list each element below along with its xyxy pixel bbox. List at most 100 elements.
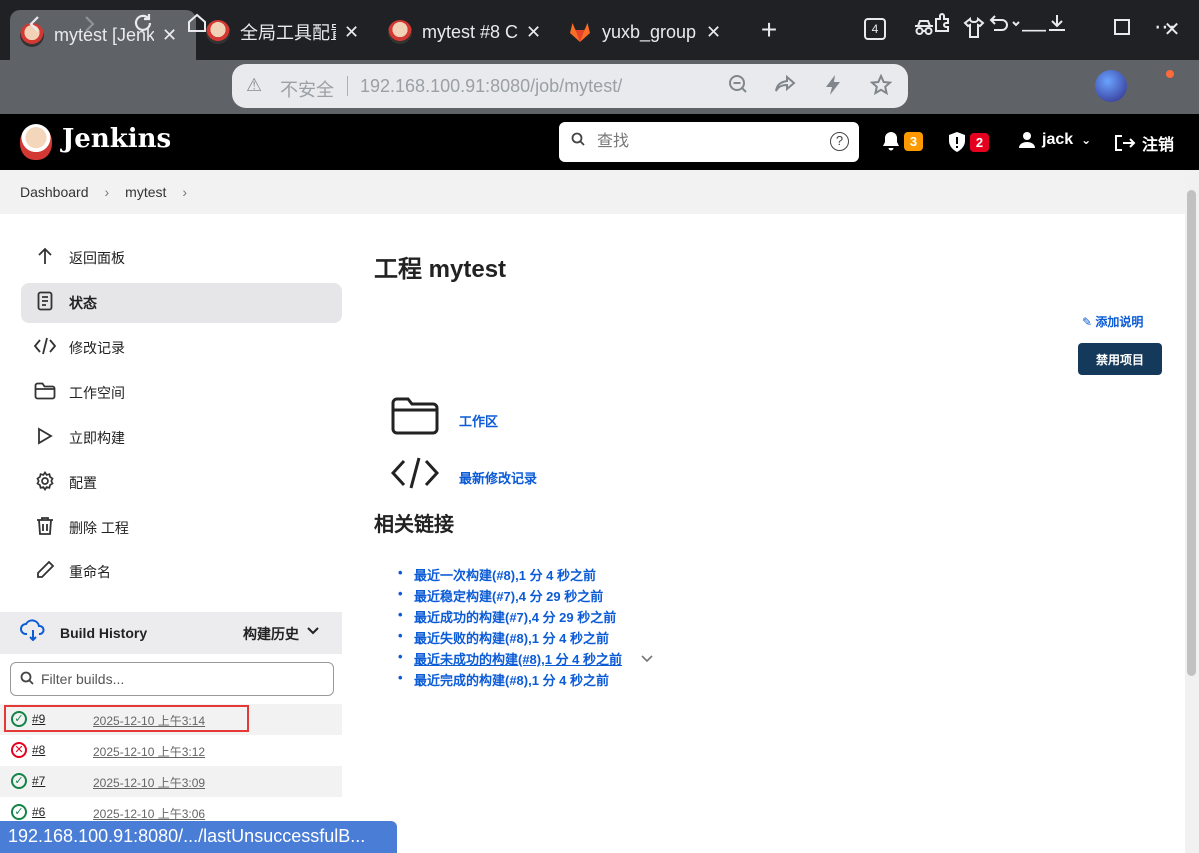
reload-icon[interactable] bbox=[128, 12, 158, 42]
sidebar-item-label: 重命名 bbox=[69, 564, 111, 580]
build-date-link[interactable]: 2025-12-10 上午3:09 bbox=[93, 774, 205, 791]
build-history-title: Build History bbox=[60, 625, 148, 641]
menu-dots-icon[interactable]: ⋯ bbox=[1150, 12, 1180, 42]
permalink-last-stable[interactable]: 最近稳定构建(#7),4 分 29 秒之前 bbox=[398, 586, 604, 605]
notifications-button[interactable]: 3 bbox=[882, 131, 923, 151]
permalink-last-completed[interactable]: 最近完成的构建(#8),1 分 4 秒之前 bbox=[398, 670, 610, 689]
chevron-right-icon[interactable]: › bbox=[105, 184, 110, 200]
user-icon bbox=[1019, 132, 1035, 148]
lightning-icon[interactable] bbox=[824, 74, 842, 102]
breadcrumb-dashboard[interactable]: Dashboard bbox=[20, 184, 89, 200]
bookmark-star-icon[interactable] bbox=[869, 73, 893, 102]
build-date-link[interactable]: 2025-12-10 上午3:06 bbox=[93, 805, 205, 822]
address-url[interactable]: 192.168.100.91:8080/job/mytest/ bbox=[360, 76, 622, 97]
tab-label: yuxb_group bbox=[602, 21, 697, 42]
sidebar-item-configure[interactable]: 配置 bbox=[21, 463, 342, 503]
permalink-label: 最近成功的构建(#7),4 分 29 秒之前 bbox=[414, 610, 617, 625]
permalink-last-successful[interactable]: 最近成功的构建(#7),4 分 29 秒之前 bbox=[398, 607, 617, 626]
permalink-label: 最近稳定构建(#7),4 分 29 秒之前 bbox=[414, 589, 604, 604]
recent-changes-link[interactable]: 最新修改记录 bbox=[459, 468, 537, 487]
sidebar-item-delete-project[interactable]: 删除 工程 bbox=[21, 508, 342, 548]
sidebar-item-label: 返回面板 bbox=[69, 250, 125, 266]
bell-icon bbox=[883, 132, 899, 151]
sidebar-item-status[interactable]: 状态 bbox=[21, 283, 342, 323]
success-check-icon: ✓ bbox=[11, 773, 27, 789]
permalink-label: 最近未成功的构建(#8),1 分 4 秒之前 bbox=[414, 652, 623, 667]
user-menu[interactable]: jack ⌄ bbox=[1018, 131, 1091, 149]
zoom-out-icon[interactable] bbox=[728, 74, 748, 100]
breadcrumb-mytest[interactable]: mytest bbox=[125, 184, 166, 200]
build-trend-link[interactable]: 构建历史 bbox=[243, 624, 299, 644]
filter-builds-input[interactable] bbox=[41, 669, 321, 689]
browser-tab-console[interactable]: mytest #8 Console ✕ bbox=[378, 10, 558, 54]
build-number-link[interactable]: #8 bbox=[32, 743, 45, 757]
address-bar[interactable]: ⚠ 不安全 192.168.100.91:8080/job/mytest/ bbox=[232, 64, 908, 108]
search-input[interactable] bbox=[597, 128, 817, 156]
tab-label: 全局工具配置 bbox=[240, 23, 336, 43]
home-icon[interactable] bbox=[182, 12, 212, 42]
chevron-right-icon[interactable]: › bbox=[182, 184, 187, 200]
build-date-link[interactable]: 2025-12-10 上午3:12 bbox=[93, 743, 205, 760]
jenkins-logo-icon[interactable] bbox=[20, 124, 52, 160]
chevron-down-icon: ⌄ bbox=[1081, 133, 1092, 147]
browser-tab-global-tools[interactable]: 全局工具配置 ✕ bbox=[196, 10, 378, 54]
sidebar-item-label: 删除 工程 bbox=[69, 520, 129, 536]
download-icon[interactable] bbox=[1042, 12, 1072, 42]
permalink-last-unsuccessful[interactable]: 最近未成功的构建(#8),1 分 4 秒之前 bbox=[398, 649, 623, 668]
security-button[interactable]: 2 bbox=[948, 131, 989, 153]
close-icon[interactable]: ✕ bbox=[344, 22, 359, 43]
profile-avatar-icon[interactable] bbox=[1095, 70, 1127, 102]
close-icon[interactable]: ✕ bbox=[162, 25, 177, 46]
sidebar-item-label: 修改记录 bbox=[69, 340, 125, 356]
failure-x-icon: ✕ bbox=[11, 742, 27, 758]
logout-button[interactable]: 注销 bbox=[1114, 131, 1174, 155]
new-tab-plus-icon[interactable]: + bbox=[755, 16, 783, 44]
trash-icon bbox=[33, 516, 57, 541]
link-status-bar: 192.168.100.91:8080/.../lastUnsuccessful… bbox=[0, 821, 397, 853]
add-description-link[interactable]: ✎ 添加说明 bbox=[1082, 313, 1143, 330]
sidebar-item-workspace[interactable]: 工作空间 bbox=[21, 373, 342, 413]
build-number-link[interactable]: #6 bbox=[32, 805, 45, 819]
extensions-icon[interactable] bbox=[928, 12, 958, 42]
undo-dropdown-icon[interactable] bbox=[982, 12, 1026, 42]
security-count-badge: 2 bbox=[970, 132, 989, 152]
shield-icon bbox=[949, 132, 965, 152]
sidebar-item-rename[interactable]: 重命名 bbox=[21, 552, 342, 592]
help-icon[interactable]: ? bbox=[830, 132, 849, 151]
build-number-link[interactable]: #7 bbox=[32, 774, 45, 788]
chevron-down-icon[interactable] bbox=[307, 622, 319, 638]
notification-count-badge: 3 bbox=[904, 131, 923, 151]
pencil-icon bbox=[33, 560, 57, 585]
tab-label: mytest #8 Console bbox=[422, 21, 518, 42]
table-row: ✓ #7 2025-12-10 上午3:09 bbox=[0, 766, 342, 797]
arrow-up-icon bbox=[33, 247, 57, 270]
permalink-last-build[interactable]: 最近一次构建(#8),1 分 4 秒之前 bbox=[398, 565, 596, 584]
browser-tab-gitlab[interactable]: yuxb_group ✕ bbox=[558, 10, 740, 54]
forward-icon[interactable] bbox=[74, 12, 104, 42]
close-icon[interactable]: ✕ bbox=[526, 22, 541, 43]
sidebar-item-build-now[interactable]: 立即构建 bbox=[21, 418, 342, 458]
close-icon[interactable]: ✕ bbox=[706, 22, 721, 43]
sidebar-item-changes[interactable]: 修改记录 bbox=[21, 328, 342, 368]
chevron-down-icon[interactable] bbox=[641, 650, 653, 668]
breadcrumb: Dashboard › mytest › bbox=[0, 170, 1185, 214]
disable-project-button[interactable]: 禁用项目 bbox=[1078, 343, 1162, 375]
permalink-last-failed[interactable]: 最近失败的构建(#8),1 分 4 秒之前 bbox=[398, 628, 609, 647]
share-icon[interactable] bbox=[774, 74, 796, 100]
workspace-link[interactable]: 工作区 bbox=[459, 411, 498, 430]
sidebar-item-back-to-dashboard[interactable]: 返回面板 bbox=[21, 238, 342, 278]
jenkins-home-link[interactable]: Jenkins bbox=[62, 124, 171, 154]
folder-icon[interactable] bbox=[390, 396, 440, 445]
scrollbar-thumb[interactable] bbox=[1187, 190, 1196, 676]
warning-icon: ⚠ bbox=[246, 75, 263, 95]
logout-icon bbox=[1115, 135, 1136, 151]
jenkins-favicon-icon bbox=[388, 20, 412, 44]
back-icon[interactable] bbox=[20, 12, 50, 42]
permalink-label: 最近完成的构建(#8),1 分 4 秒之前 bbox=[414, 673, 610, 688]
code-icon[interactable] bbox=[390, 456, 440, 499]
tab-count-icon[interactable]: 4 bbox=[864, 18, 886, 40]
sidebar-item-label: 配置 bbox=[69, 475, 97, 491]
maximize-icon[interactable] bbox=[1108, 16, 1136, 44]
security-indicator[interactable]: 不安全 bbox=[280, 76, 334, 102]
related-links-heading: 相关链接 bbox=[374, 514, 454, 536]
